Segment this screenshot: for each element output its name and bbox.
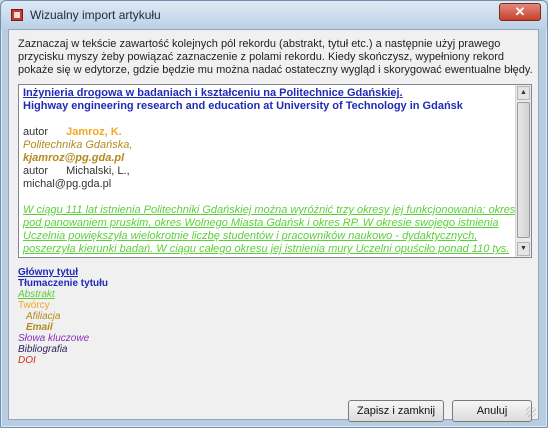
article-text-area[interactable]: Inżynieria drogowa w badaniach i kształc… xyxy=(18,84,532,258)
main-title-text: Inżynieria drogowa w badaniach i kształc… xyxy=(23,87,403,99)
title-translation-text: Highway engineering research and educati… xyxy=(23,100,463,112)
author-line-1: autor Jamroz, K. xyxy=(23,126,517,139)
scroll-down-arrow-icon[interactable]: ▼ xyxy=(517,242,530,256)
scroll-thumb[interactable] xyxy=(517,102,530,238)
affiliation-text: Politechnika Gdańska, xyxy=(23,139,133,151)
legend-affiliation: Afiliacja xyxy=(26,311,61,322)
legend-keywords: Słowa kluczowe xyxy=(18,333,90,344)
cancel-button[interactable]: Anuluj xyxy=(452,400,532,422)
abstract-text: W ciągu 111 lat istnienia Politechniki G… xyxy=(23,204,516,257)
legend-title-translation: Tłumaczenie tytułu xyxy=(18,278,109,289)
author-name: Michalski, L., xyxy=(66,165,130,177)
vertical-scrollbar[interactable]: ▲ ▼ xyxy=(515,85,531,257)
legend-abstract: Abstrakt xyxy=(18,289,55,300)
dialog-body: Zaznaczaj w tekście zawartość kolejnych … xyxy=(8,29,539,422)
legend-doi: DOI xyxy=(18,355,36,366)
save-close-button[interactable]: Zapisz i zamknij xyxy=(348,400,444,422)
instructions-text: Zaznaczaj w tekście zawartość kolejnych … xyxy=(18,38,533,76)
scroll-up-arrow-icon[interactable]: ▲ xyxy=(517,86,530,100)
email-plain-text: michal@pg.gda.pl xyxy=(23,178,112,190)
import-dialog: Wizualny import artykułu ✕ Zaznaczaj w t… xyxy=(0,0,548,428)
field-legend: Główny tytuł Tłumaczenie tytułu Abstrakt… xyxy=(18,267,318,366)
legend-main-title: Główny tytuł xyxy=(18,267,78,278)
legend-creators: Twórcy xyxy=(18,300,50,311)
title-bar[interactable]: Wizualny import artykułu ✕ xyxy=(1,1,547,29)
window-title: Wizualny import artykułu xyxy=(30,8,161,22)
legend-bibliography: Bibliografia xyxy=(18,344,68,355)
legend-email: Email xyxy=(26,322,53,333)
creator-name: Jamroz, K. xyxy=(66,126,122,138)
author-line-2: autor Michalski, L., xyxy=(23,165,517,178)
article-text-content[interactable]: Inżynieria drogowa w badaniach i kształc… xyxy=(23,87,517,257)
email-text: kjamroz@pg.gda.pl xyxy=(23,152,125,164)
author-prefix: autor xyxy=(23,165,49,177)
app-icon xyxy=(11,9,23,21)
resize-grip-icon[interactable] xyxy=(526,407,536,417)
close-button[interactable]: ✕ xyxy=(499,3,541,21)
author-prefix: autor xyxy=(23,126,49,138)
